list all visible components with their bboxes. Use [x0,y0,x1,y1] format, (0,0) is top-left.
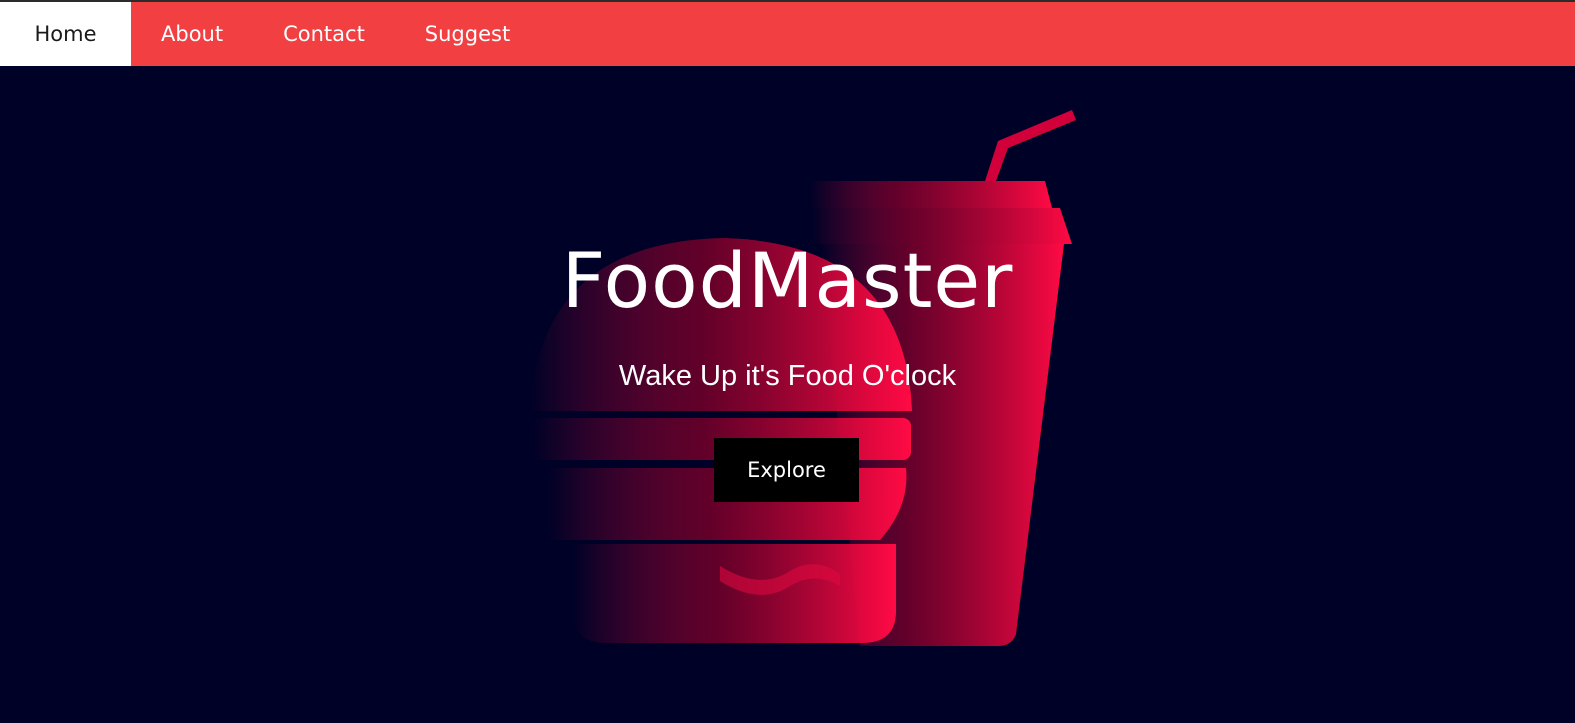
food-illustration [530,110,1076,646]
nav-item-about[interactable]: About [131,2,253,66]
nav-item-contact[interactable]: Contact [253,2,395,66]
nav-item-home[interactable]: Home [0,2,131,66]
hero-section: FoodMaster Wake Up it's Food O'clock Exp… [0,66,1575,723]
hero-subtitle: Wake Up it's Food O'clock [618,360,957,392]
hero-title: FoodMaster [561,236,1014,325]
explore-button[interactable]: Explore [714,438,859,502]
nav-item-suggest[interactable]: Suggest [395,2,540,66]
top-navigation: Home About Contact Suggest [0,2,1575,66]
